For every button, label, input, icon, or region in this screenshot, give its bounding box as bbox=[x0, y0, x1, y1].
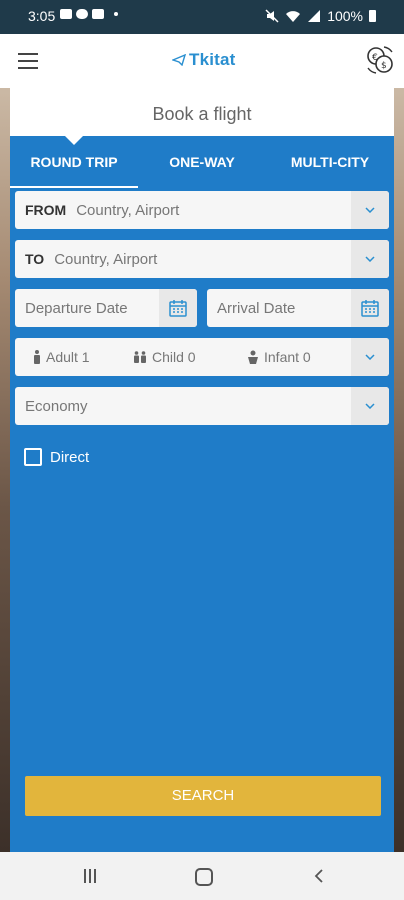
logo-text: Tkitat bbox=[189, 50, 236, 69]
battery-percent: 100% bbox=[327, 8, 363, 24]
child-count: Child 0 bbox=[133, 338, 196, 376]
child-label: Child 0 bbox=[152, 349, 196, 365]
card-title: Book a flight bbox=[10, 88, 394, 136]
direct-option[interactable]: Direct bbox=[24, 448, 89, 466]
adult-label: Adult 1 bbox=[46, 349, 90, 365]
infant-label: Infant 0 bbox=[264, 349, 311, 365]
svg-text:$: $ bbox=[381, 61, 387, 71]
youtube-icon bbox=[92, 9, 104, 19]
mute-icon bbox=[265, 9, 279, 23]
svg-text:€: € bbox=[372, 53, 378, 63]
tab-one-way[interactable]: ONE-WAY bbox=[138, 146, 266, 186]
infant-count: Infant 0 bbox=[247, 338, 311, 376]
to-field[interactable]: TO Country, Airport bbox=[15, 240, 389, 278]
cabin-class-select[interactable]: Economy bbox=[15, 387, 389, 425]
arrival-date-placeholder: Arrival Date bbox=[217, 299, 296, 317]
adult-icon bbox=[34, 350, 40, 364]
trip-type-tabs: ROUND TRIP ONE-WAY MULTI-CITY bbox=[10, 146, 394, 188]
booking-card: Book a flight ROUND TRIP ONE-WAY MULTI-C… bbox=[10, 88, 394, 852]
cabin-class-value: Economy bbox=[25, 397, 88, 415]
child-icon bbox=[134, 351, 146, 363]
to-label: TO bbox=[25, 251, 45, 267]
chevron-down-icon[interactable] bbox=[351, 191, 389, 229]
tab-round-trip[interactable]: ROUND TRIP bbox=[10, 146, 138, 188]
from-field[interactable]: FROM Country, Airport bbox=[15, 191, 389, 229]
cloud-icon bbox=[76, 9, 88, 19]
chevron-down-icon[interactable] bbox=[351, 338, 389, 376]
battery-icon bbox=[369, 10, 376, 22]
chevron-down-icon[interactable] bbox=[351, 387, 389, 425]
back-icon[interactable] bbox=[312, 868, 328, 884]
direct-checkbox[interactable] bbox=[24, 448, 42, 466]
infant-icon bbox=[248, 350, 258, 364]
departure-date-placeholder: Departure Date bbox=[25, 299, 128, 317]
wifi-icon bbox=[286, 11, 301, 22]
calendar-icon[interactable] bbox=[159, 289, 197, 327]
currency-exchange-icon[interactable]: € $ bbox=[364, 44, 396, 76]
tab-multi-city[interactable]: MULTI-CITY bbox=[266, 146, 394, 186]
home-icon[interactable] bbox=[195, 868, 213, 886]
status-time: 3:05 bbox=[28, 8, 56, 24]
tab-pointer bbox=[64, 135, 84, 145]
plane-ticket-icon bbox=[172, 54, 186, 66]
departure-date-field[interactable]: Departure Date bbox=[15, 289, 197, 327]
app-bar: Tkitat € $ bbox=[0, 34, 404, 89]
from-label: FROM bbox=[25, 202, 67, 218]
arrival-date-field[interactable]: Arrival Date bbox=[207, 289, 389, 327]
passengers-field[interactable]: Adult 1 Child 0 Infant 0 bbox=[15, 338, 389, 376]
system-nav-bar bbox=[0, 852, 404, 900]
system-icons: 100% bbox=[265, 8, 376, 24]
hamburger-menu-icon[interactable] bbox=[18, 53, 38, 69]
adult-count: Adult 1 bbox=[33, 338, 90, 376]
to-placeholder: Country, Airport bbox=[54, 250, 158, 268]
search-button[interactable]: SEARCH bbox=[25, 776, 381, 816]
calendar-icon[interactable] bbox=[351, 289, 389, 327]
status-bar: 3:05 100% bbox=[0, 0, 404, 34]
from-placeholder: Country, Airport bbox=[76, 201, 180, 219]
direct-label: Direct bbox=[50, 448, 90, 466]
chevron-down-icon[interactable] bbox=[351, 240, 389, 278]
more-notifications-icon bbox=[114, 12, 118, 16]
notification-icons bbox=[60, 9, 118, 19]
signal-icon bbox=[308, 10, 321, 22]
app-logo: Tkitat bbox=[172, 50, 236, 70]
recent-apps-icon[interactable] bbox=[84, 869, 98, 883]
photo-icon bbox=[60, 9, 72, 19]
